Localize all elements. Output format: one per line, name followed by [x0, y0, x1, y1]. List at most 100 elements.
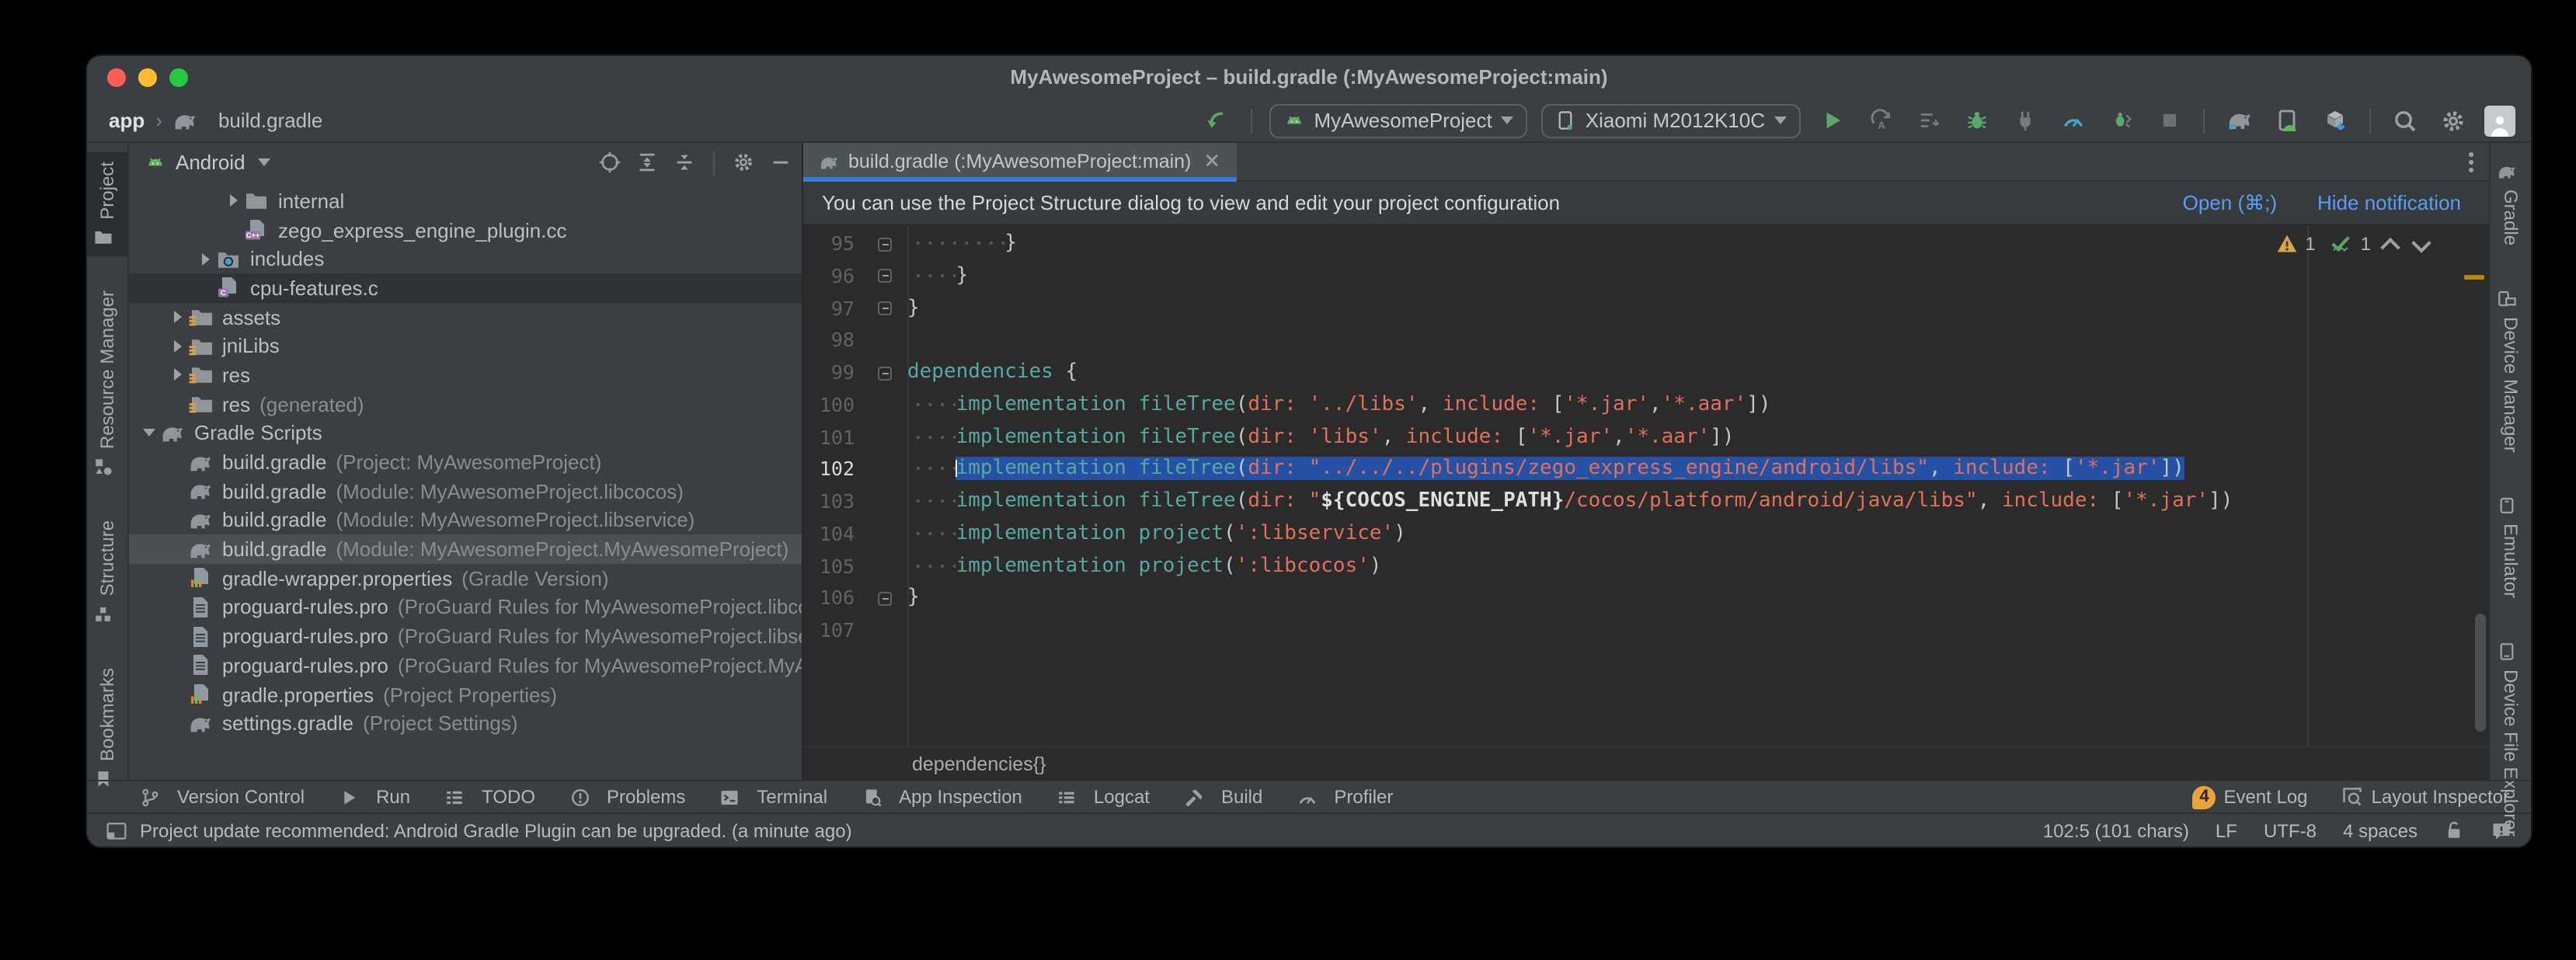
code-line-107[interactable]: 107 [803, 615, 2489, 648]
toolwindow-todo[interactable]: TODO [444, 786, 535, 808]
file-encoding[interactable]: UTF-8 [2264, 819, 2317, 841]
tree-item-build-gradle-project-myawesomeproject[interactable]: build.gradle(Project: MyAwesomeProject) [129, 447, 802, 476]
toolwindow-version-control[interactable]: Version Control [140, 786, 305, 808]
zoom-window-button[interactable] [169, 68, 188, 87]
breadcrumb-dependencies[interactable]: dependencies{} [912, 753, 1046, 774]
vcs-update-icon[interactable] [1199, 103, 1233, 137]
tree-item-settings-gradle-project-settings[interactable]: settings.gradle(Project Settings) [129, 709, 802, 738]
open-project-structure-link[interactable]: Open (⌘;) [2183, 190, 2277, 215]
previous-problem-button[interactable] [2380, 238, 2400, 257]
toolwindow-problems[interactable]: Problems [569, 786, 685, 808]
stripe-item-project[interactable]: Project [87, 152, 127, 257]
device-dropdown[interactable]: Xiaomi M2012K10C [1542, 103, 1801, 137]
code-line-104[interactable]: 104 implementation project(':libservice'… [803, 519, 2489, 551]
stop-button[interactable] [2152, 103, 2186, 137]
debug-button[interactable] [1959, 103, 1993, 137]
hide-panel-button[interactable] [769, 151, 792, 174]
apply-code-changes-button[interactable] [1911, 103, 1945, 137]
tree-item-res[interactable]: res [129, 360, 802, 389]
tree-item-gradle-wrapper-properties-gradle-version[interactable]: gradle-wrapper.properties(Gradle Version… [129, 564, 802, 593]
unlock-icon[interactable] [2444, 820, 2464, 840]
toolwindow-toggle-icon[interactable] [106, 819, 127, 841]
settings-button[interactable] [2436, 103, 2470, 137]
code-line-97[interactable]: 97} [803, 293, 2489, 325]
caret-position[interactable]: 102:5 (101 chars) [2043, 819, 2189, 841]
editor-scrollbar[interactable] [2475, 614, 2486, 732]
code-editor[interactable]: 95 }96 }97}9899dependencies {100 impleme… [803, 225, 2489, 746]
tree-item-proguard-rules-pro-proguard-rules-for-myawesomeproject-libservice[interactable]: proguard-rules.pro(ProGuard Rules for My… [129, 622, 802, 651]
notifications-icon[interactable] [2491, 819, 2512, 841]
fold-marker-icon[interactable] [869, 261, 907, 294]
toolwindow-terminal[interactable]: Terminal [719, 786, 827, 808]
tree-item-internal[interactable]: internal [129, 186, 802, 215]
code-line-105[interactable]: 105 implementation project(':libcocos') [803, 551, 2489, 583]
close-window-button[interactable] [107, 68, 126, 87]
breadcrumb-file[interactable]: build.gradle [218, 109, 322, 132]
chevron-right-icon[interactable] [222, 195, 244, 207]
chevron-right-icon[interactable] [166, 311, 188, 323]
tree-item-build-gradle-module-myawesomeproject-myawesomeproject[interactable]: build.gradle(Module: MyAwesomeProject.My… [129, 535, 802, 564]
hide-notification-link[interactable]: Hide notification [2317, 190, 2461, 215]
search-everywhere-button[interactable] [2388, 103, 2422, 137]
code-line-96[interactable]: 96 } [803, 261, 2489, 294]
fold-marker-icon[interactable] [869, 228, 907, 261]
code-line-98[interactable]: 98 [803, 325, 2489, 358]
panel-settings-button[interactable] [732, 151, 755, 174]
apply-changes-button[interactable]: A [1863, 103, 1897, 137]
stripe-item-resource-manager[interactable]: Resource Manager [92, 282, 122, 487]
tree-item-cpu-features-c[interactable]: cpu-features.c [129, 273, 802, 302]
chevron-right-icon[interactable] [166, 369, 188, 381]
toolwindow-run[interactable]: Run [339, 786, 410, 808]
run-configuration-dropdown[interactable]: MyAwesomeProject [1269, 103, 1527, 137]
code-line-102[interactable]: 102 implementation fileTree(dir: "../../… [803, 454, 2489, 487]
chevron-right-icon[interactable] [194, 252, 216, 265]
tree-item-proguard-rules-pro-proguard-rules-for-myawesomeproject-libcocos[interactable]: proguard-rules.pro(ProGuard Rules for My… [129, 593, 802, 621]
fold-marker-icon[interactable] [869, 583, 907, 616]
stripe-item-emulator[interactable]: Emulator [2496, 487, 2526, 608]
fold-marker-icon[interactable] [869, 357, 907, 390]
code-line-103[interactable]: 103 implementation fileTree(dir: "${COCO… [803, 486, 2489, 519]
profile-avatar[interactable] [2484, 105, 2515, 136]
project-view-selector[interactable]: Android [144, 151, 270, 174]
toolwindow-app-inspection[interactable]: App Inspection [862, 786, 1022, 808]
chevron-right-icon[interactable] [166, 340, 188, 353]
stripe-item-device-manager[interactable]: Device Manager [2496, 280, 2526, 462]
tree-item-gradle-scripts[interactable]: Gradle Scripts [129, 419, 802, 447]
run-button[interactable] [1815, 103, 1849, 137]
minimize-window-button[interactable] [138, 68, 157, 87]
warning-stripe-mark[interactable] [2464, 275, 2484, 280]
toolwindow-profiler[interactable]: Profiler [1297, 786, 1393, 808]
code-line-101[interactable]: 101 implementation fileTree(dir: 'libs',… [803, 422, 2489, 454]
tree-item-zego-express-engine-plugin-cc[interactable]: zego_express_engine_plugin.cc [129, 215, 802, 244]
attach-debugger-button[interactable] [2007, 103, 2042, 137]
toolwindow-build[interactable]: Build [1184, 786, 1262, 808]
stripe-item-structure[interactable]: Structure [92, 512, 122, 634]
event-log-button[interactable]: 4 Event Log [2192, 785, 2307, 809]
profile-low-overhead-button[interactable] [2104, 103, 2138, 137]
sync-gradle-button[interactable] [2222, 103, 2256, 137]
tree-item-assets[interactable]: assets [129, 303, 802, 332]
line-ending[interactable]: LF [2216, 819, 2237, 841]
expand-all-button[interactable] [635, 151, 659, 174]
tree-item-res-generated[interactable]: res(generated) [129, 390, 802, 419]
code-line-106[interactable]: 106} [803, 583, 2489, 616]
stripe-item-bookmarks[interactable]: Bookmarks [92, 659, 122, 798]
tree-item-includes[interactable]: includes [129, 245, 802, 273]
tree-item-gradle-properties-project-properties[interactable]: gradle.properties(Project Properties) [129, 680, 802, 708]
stripe-item-gradle[interactable]: Gradle [2496, 152, 2526, 255]
next-problem-button[interactable] [2411, 233, 2431, 252]
tree-item-jnilibs[interactable]: jniLibs [129, 332, 802, 360]
code-line-100[interactable]: 100 implementation fileTree(dir: '../lib… [803, 390, 2489, 423]
profile-button[interactable] [2056, 103, 2090, 137]
layout-inspector-button[interactable]: Layout Inspector [2342, 786, 2509, 808]
inspections-ok-icon[interactable] [2330, 231, 2353, 255]
tree-item-build-gradle-module-myawesomeproject-libcocos[interactable]: build.gradle(Module: MyAwesomeProject.li… [129, 477, 802, 506]
indent-setting[interactable]: 4 spaces [2343, 819, 2418, 841]
toolwindow-logcat[interactable]: Logcat [1057, 786, 1150, 808]
tab-build-gradle[interactable]: build.gradle (:MyAwesomeProject:main) ✕ [803, 143, 1236, 180]
code-line-99[interactable]: 99dependencies { [803, 357, 2489, 390]
chevron-down-icon[interactable] [138, 430, 160, 437]
code-line-95[interactable]: 95 } [803, 228, 2489, 261]
collapse-all-button[interactable] [673, 151, 696, 174]
warning-icon[interactable] [2275, 232, 2297, 254]
